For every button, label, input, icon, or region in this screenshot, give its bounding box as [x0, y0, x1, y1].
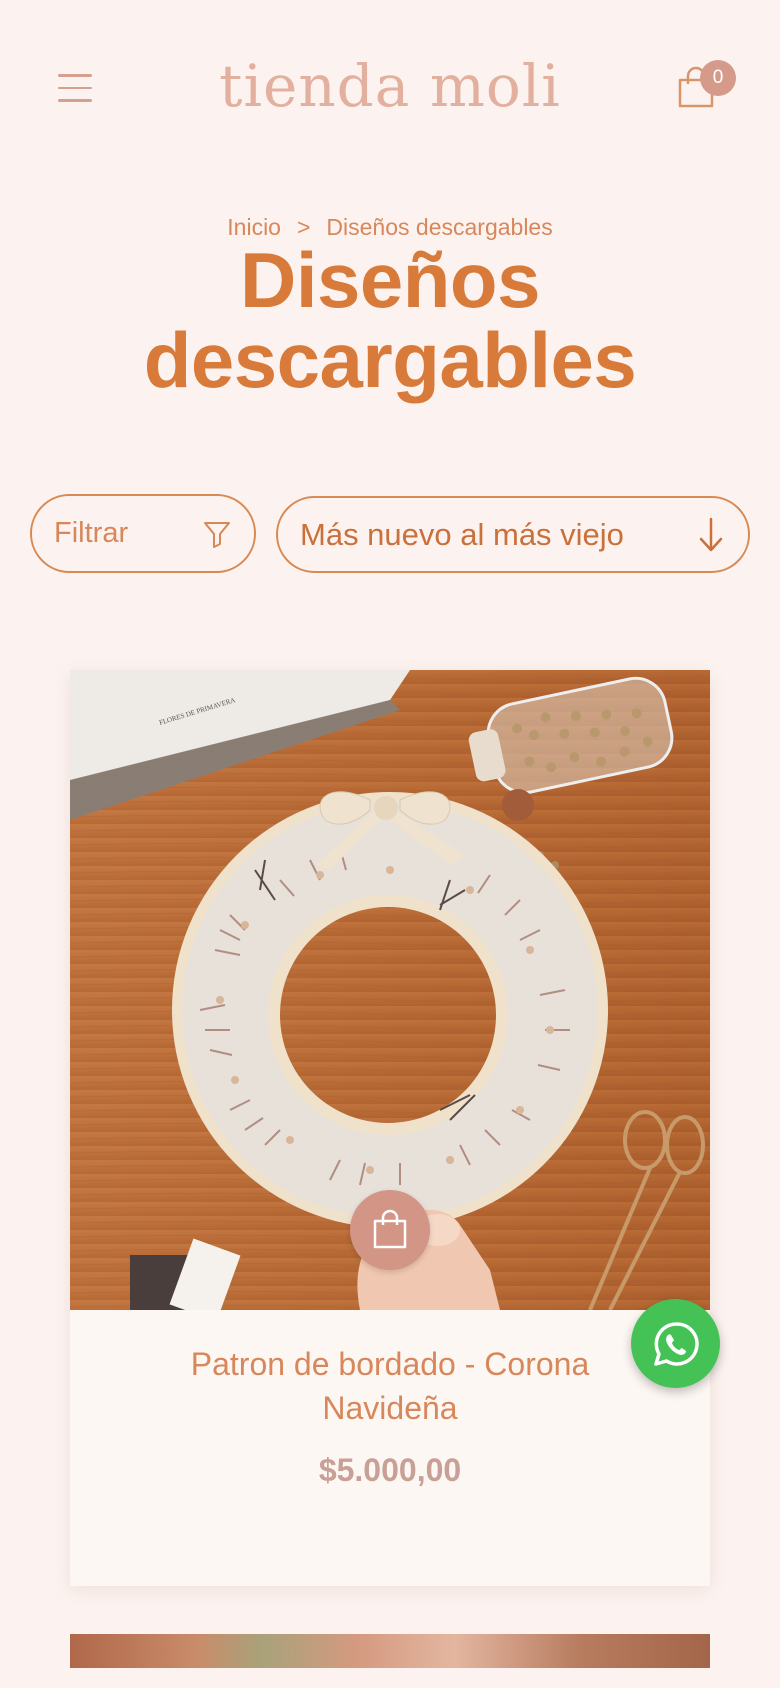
shopping-bag-icon: [373, 1209, 407, 1249]
filter-label: Filtrar: [54, 517, 129, 549]
product-name[interactable]: Patron de bordado - Corona Navideña: [130, 1342, 650, 1430]
whatsapp-icon: [653, 1321, 699, 1366]
site-header: tienda moli 0: [0, 0, 780, 180]
cart-count-badge: 0: [700, 60, 736, 96]
funnel-icon: [204, 521, 230, 548]
site-logo[interactable]: tienda moli: [0, 52, 780, 120]
arrow-down-icon: [699, 517, 723, 551]
page-title-line1: Diseños: [240, 236, 540, 324]
filter-button[interactable]: Filtrar: [30, 494, 256, 573]
page-title-line2: descargables: [143, 316, 637, 404]
whatsapp-button[interactable]: [631, 1299, 720, 1388]
add-to-cart-button[interactable]: [350, 1190, 430, 1270]
product-image[interactable]: FLORES DE PRIMAVERA: [70, 670, 710, 1310]
next-product-image[interactable]: [70, 1634, 710, 1668]
product-card[interactable]: FLORES DE PRIMAVERA Patron de bordado - …: [70, 670, 710, 1586]
sort-selected-value: Más nuevo al más viejo: [300, 516, 624, 552]
sort-select[interactable]: Más nuevo al más viejo: [276, 496, 750, 573]
product-price: $5.000,00: [318, 1452, 462, 1488]
page-title: Diseños descargables: [0, 240, 780, 400]
